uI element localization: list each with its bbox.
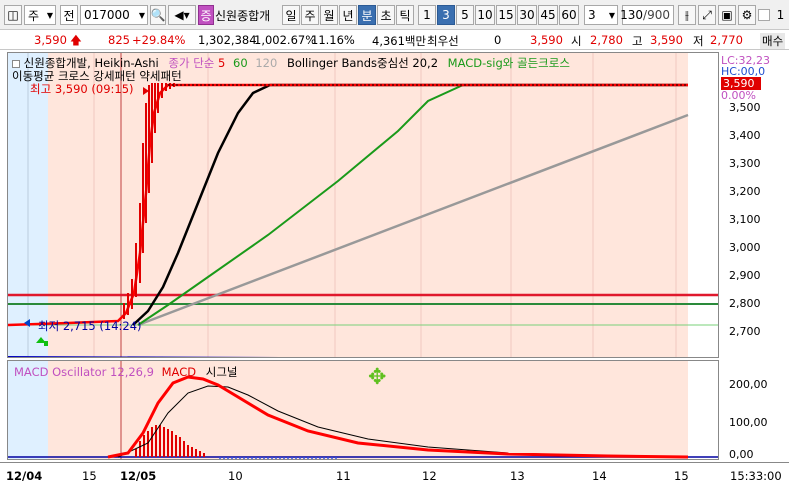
buy-signal-stem — [44, 341, 48, 346]
toggle-checkbox[interactable] — [758, 9, 770, 21]
high-marker-label: 최고 3,590 (09:15) — [30, 82, 134, 96]
exchange-select[interactable]: 전 — [60, 5, 78, 25]
ask-price: 3,590 — [530, 33, 563, 47]
chevron-down-icon: ▼ — [608, 10, 615, 20]
open-label: 시 — [571, 34, 582, 48]
tick-3500: 3,500 — [729, 101, 761, 114]
time-label-10: 10 — [228, 469, 243, 483]
move-cursor-icon[interactable]: ✥ — [368, 367, 386, 389]
stock-type-select[interactable]: 주 ▼ — [24, 5, 56, 25]
high-price: 3,590 — [650, 33, 683, 47]
open-price: 2,780 — [590, 33, 623, 47]
compare-icon[interactable]: ⤢ — [698, 5, 716, 25]
price-change: 825 — [108, 33, 130, 47]
minute-10[interactable]: 10 — [475, 5, 495, 25]
buy-button[interactable]: 매수 — [760, 33, 786, 49]
legend-collapse-icon[interactable] — [12, 59, 20, 68]
low-label: 저 — [693, 34, 704, 48]
chart-menu-icon[interactable]: ◫ — [4, 5, 22, 25]
minute-30[interactable]: 30 — [517, 5, 537, 25]
time-label-15a: 15 — [82, 469, 97, 483]
minute-3[interactable]: 3 — [437, 5, 455, 25]
tick-3400: 3,400 — [729, 129, 761, 142]
toolbar: ◫ 주 ▼ 전 017000 ▼ 🔍 ◀▾ 증 신원종합개 일 주 월 년 분 초 … — [0, 0, 789, 30]
clock-label: 15:33:00 — [730, 469, 782, 483]
low-price: 2,770 — [710, 33, 743, 47]
tick-2800: 2,800 — [729, 297, 761, 310]
candle-icon[interactable]: ⫲ — [678, 5, 696, 25]
chevron-down-icon: ▼ — [46, 10, 53, 20]
quote-bar: 3,590 🡅 825 +29.84% 1,302,384 1,002.67% … — [0, 30, 789, 50]
minute-1[interactable]: 1 — [418, 5, 436, 25]
price-axis: LC:32,23 HC:00,0 3,590 0.00% 3,500 3,400… — [719, 52, 789, 358]
osc-tick-100: 100,00 — [729, 416, 768, 429]
osc-tick-0: 0,00 — [729, 448, 754, 461]
toggle-label: 1 — [772, 5, 789, 25]
price-chart[interactable]: 신원종합개발, Heikin-Ashi 종가 단순 5 60 120 Bolli… — [7, 52, 719, 358]
pref-label: 최우선 — [427, 34, 459, 48]
change-percent: +29.84% — [132, 33, 186, 47]
high-label: 고 — [632, 34, 643, 48]
osc-axis: 200,00 100,00 0,00 — [719, 360, 789, 461]
tab-week[interactable]: 주 — [301, 5, 319, 25]
time-label-15b: 15 — [674, 469, 689, 483]
future-bg — [688, 53, 718, 357]
tick-3300: 3,300 — [729, 157, 761, 170]
stock-code-input[interactable]: 017000 ▼ — [80, 5, 148, 25]
minute-5[interactable]: 5 — [456, 5, 474, 25]
time-label-11: 11 — [336, 469, 351, 483]
volume-ratio: 1,002.67% — [254, 33, 317, 47]
tick-2900: 2,900 — [729, 269, 761, 282]
date-label-1205: 12/05 — [120, 469, 157, 483]
time-label-13: 13 — [510, 469, 525, 483]
search-icon[interactable]: 🔍 — [150, 5, 166, 25]
day1-premarket-bg — [8, 53, 28, 357]
save-icon[interactable]: ▣ — [718, 5, 736, 25]
up-arrow-icon: 🡅 — [70, 33, 82, 47]
tab-year[interactable]: 년 — [339, 5, 357, 25]
turnover-rate: 11.16% — [311, 33, 355, 47]
tab-month[interactable]: 월 — [320, 5, 338, 25]
osc-tick-200: 200,00 — [729, 378, 768, 391]
tab-tick[interactable]: 틱 — [396, 5, 414, 25]
osc-legend: MACD Oscillator 12,26,9 MACD 시그널 — [14, 365, 238, 379]
gear-icon[interactable]: ⚙ — [738, 5, 756, 25]
current-price: 3,590 — [34, 33, 67, 47]
tick-3000: 3,000 — [729, 241, 761, 254]
volume-line — [8, 356, 281, 357]
tab-day[interactable]: 일 — [282, 5, 300, 25]
sound-icon[interactable]: ◀▾ — [168, 5, 196, 25]
minute-60[interactable]: 60 — [559, 5, 579, 25]
trade-amount: 4,361백만 — [372, 34, 427, 48]
tick-3200: 3,200 — [729, 185, 761, 198]
date-label-1204: 12/04 — [6, 469, 43, 483]
count-input[interactable]: 130/900 — [620, 5, 674, 25]
tab-second[interactable]: 초 — [377, 5, 395, 25]
search-badge[interactable]: 증 — [198, 5, 214, 25]
minute-15[interactable]: 15 — [496, 5, 516, 25]
time-label-12: 12 — [422, 469, 437, 483]
time-label-14: 14 — [592, 469, 607, 483]
tick-3100: 3,100 — [729, 213, 761, 226]
stock-name: 신원종합개 — [215, 5, 279, 25]
tab-minute[interactable]: 분 — [358, 5, 376, 25]
tick-2700: 2,700 — [729, 325, 761, 338]
chevron-down-icon: ▼ — [138, 10, 145, 20]
unit-select[interactable]: 3 ▼ — [584, 5, 618, 25]
time-axis: 12/04 15 12/05 10 11 12 13 14 15 15:33:0… — [0, 462, 789, 486]
minute-45[interactable]: 45 — [538, 5, 558, 25]
pref-value: 0 — [494, 33, 502, 47]
low-marker-label: 최저 2,715 (14:24) — [38, 319, 142, 333]
volume: 1,302,384 — [198, 33, 257, 47]
day1-bg — [28, 53, 48, 357]
macd-panel[interactable]: MACD Oscillator 12,26,9 MACD 시그널 ✥ — [7, 360, 719, 460]
